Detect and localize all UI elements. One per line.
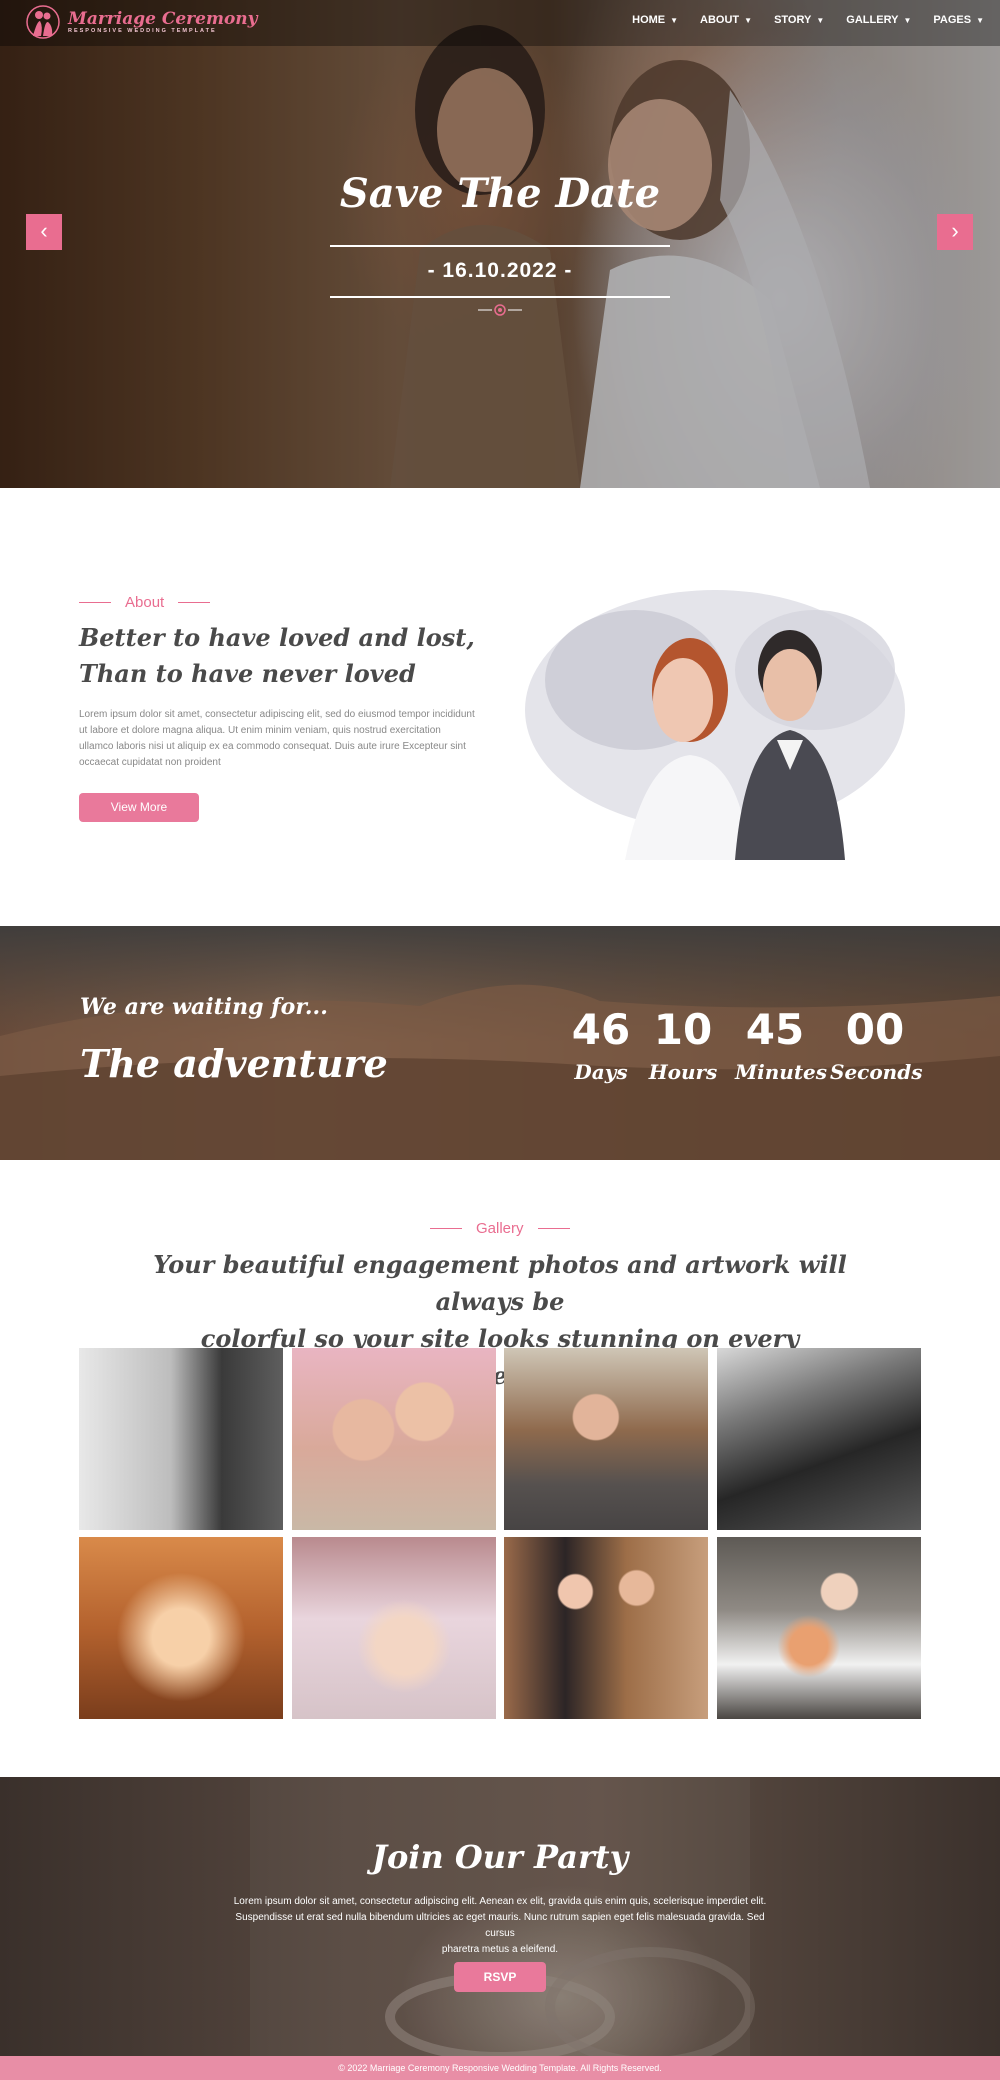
gallery-section-label: Gallery: [430, 1220, 570, 1237]
gallery-photo[interactable]: [79, 1537, 283, 1719]
label-line: [79, 602, 111, 603]
hero-overlay: [0, 0, 1000, 488]
gallery-photo[interactable]: [292, 1348, 496, 1530]
nav-label: ABOUT: [700, 14, 740, 26]
countdown-minutes-label: Minutes: [735, 1060, 828, 1084]
about-heading-line2: Than to have never loved: [79, 659, 416, 688]
slider-prev-button[interactable]: ‹: [26, 214, 62, 250]
countdown-minutes-value: 45: [745, 1005, 805, 1054]
chevron-right-icon: ›: [951, 218, 959, 243]
party-paragraph: Lorem ipsum dolor sit amet, consectetur …: [220, 1894, 780, 1958]
couple-logo-icon: [26, 5, 60, 39]
nav-item-about[interactable]: ABOUT ▼: [700, 14, 752, 26]
footer-copyright: © 2022 Marriage Ceremony Responsive Wedd…: [338, 2063, 662, 2073]
hero-date: - 16.10.2022 -: [427, 259, 573, 282]
gallery-photo[interactable]: [504, 1537, 708, 1719]
countdown-minutes: 45 Minutes: [735, 1005, 828, 1085]
gallery-photo[interactable]: [292, 1537, 496, 1719]
label-line: [430, 1228, 462, 1229]
about-couple-photo: [525, 590, 905, 860]
rsvp-button[interactable]: RSVP: [454, 1962, 546, 1992]
hero-slider: Marriage Ceremony RESPONSIVE WEDDING TEM…: [0, 0, 1000, 488]
countdown-section: We are waiting for... The adventure 46 D…: [0, 926, 1000, 1160]
chevron-left-icon: ‹: [40, 218, 48, 243]
party-text-line1: Lorem ipsum dolor sit amet, consectetur …: [233, 1896, 767, 1907]
nav-label: STORY: [774, 14, 812, 26]
nav-label: HOME: [632, 14, 666, 26]
hero-divider-top: [330, 245, 670, 247]
view-more-button[interactable]: View More: [79, 793, 199, 822]
party-text-line2: Suspendisse ut erat sed nulla bibendum u…: [235, 1912, 765, 1939]
footer: © 2022 Marriage Ceremony Responsive Wedd…: [0, 2056, 1000, 2080]
label-line: [537, 1228, 570, 1229]
heart-ornament-icon: [478, 304, 522, 316]
chevron-down-icon: ▼: [670, 15, 679, 25]
gallery-photo[interactable]: [717, 1348, 921, 1530]
about-heading-line1: Better to have loved and lost,: [79, 623, 475, 652]
chevron-down-icon: ▼: [744, 15, 753, 25]
slider-next-button[interactable]: ›: [937, 214, 973, 250]
gallery-photo[interactable]: [717, 1537, 921, 1719]
countdown-seconds-value: 00: [845, 1005, 905, 1054]
site-logo[interactable]: Marriage Ceremony RESPONSIVE WEDDING TEM…: [24, 4, 258, 40]
logo-title: Marriage Ceremony: [68, 9, 258, 29]
chevron-down-icon: ▼: [816, 15, 825, 25]
nav-label: GALLERY: [846, 14, 899, 26]
about-section-label: About: [79, 594, 211, 611]
countdown-seconds-label: Seconds: [830, 1060, 923, 1084]
countdown-hours-value: 10: [653, 1005, 713, 1054]
about-heading: Better to have loved and lost, Than to h…: [79, 620, 499, 692]
navbar: Marriage Ceremony RESPONSIVE WEDDING TEM…: [0, 0, 1000, 46]
about-label-text: About: [125, 594, 165, 611]
countdown-days: 46 Days: [566, 1005, 636, 1085]
nav-label: PAGES: [933, 14, 972, 26]
chevron-down-icon: ▼: [903, 15, 912, 25]
party-title: Join Our Party: [371, 1838, 629, 1876]
gallery-photo[interactable]: [504, 1348, 708, 1530]
countdown-waiting-text: We are waiting for...: [80, 994, 328, 1020]
countdown-headline: The adventure: [80, 1041, 388, 1086]
label-line: [178, 602, 211, 603]
countdown-days-value: 46: [571, 1005, 631, 1054]
hero-title: Save The Date: [339, 170, 661, 217]
party-text-line3: pharetra metus a eleifend.: [441, 1944, 559, 1955]
countdown-hours: 10 Hours: [648, 1005, 718, 1085]
about-paragraph: Lorem ipsum dolor sit amet, consectetur …: [79, 709, 475, 768]
gallery-heading-line1: Your beautiful engagement photos and art…: [153, 1250, 847, 1316]
nav-item-gallery[interactable]: GALLERY ▼: [846, 14, 911, 26]
gallery-label-text: Gallery: [476, 1220, 524, 1237]
gallery-photo[interactable]: [79, 1348, 283, 1530]
countdown-seconds: 00 Seconds: [830, 1005, 923, 1085]
main-nav: HOME ▼ ABOUT ▼ STORY ▼ GALLERY ▼ PAGES ▼: [632, 14, 984, 26]
nav-item-home[interactable]: HOME ▼: [632, 14, 678, 26]
nav-item-story[interactable]: STORY ▼: [774, 14, 824, 26]
hero-divider-bottom: [330, 296, 670, 298]
nav-item-pages[interactable]: PAGES ▼: [933, 14, 984, 26]
countdown-hours-label: Hours: [648, 1060, 718, 1084]
chevron-down-icon: ▼: [976, 15, 984, 25]
countdown-days-label: Days: [574, 1060, 628, 1084]
